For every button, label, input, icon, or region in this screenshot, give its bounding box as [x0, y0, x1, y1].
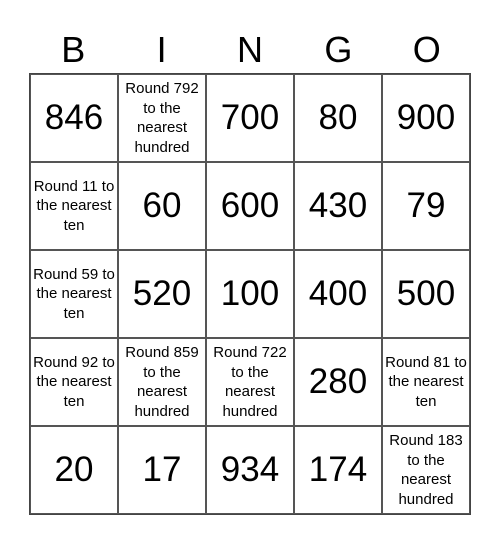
bingo-cell[interactable]: 500 [382, 250, 470, 338]
cell-text: 520 [132, 274, 192, 313]
cell-text: 174 [308, 450, 368, 489]
bingo-header: BINGO [29, 26, 471, 74]
header-letter-g: G [324, 29, 353, 70]
bingo-cell[interactable]: Round 92 to the nearest ten [30, 338, 118, 426]
bingo-cell[interactable]: Round 722 to the nearest hundred [206, 338, 294, 426]
cell-text: 60 [142, 186, 182, 225]
cell-text: 934 [220, 450, 280, 489]
cell-text: 600 [220, 186, 280, 225]
bingo-cell[interactable]: 430 [294, 162, 382, 250]
bingo-cell[interactable]: 174 [294, 426, 382, 514]
cell-text: Round 859 to the nearest hundred [125, 344, 199, 420]
bingo-cell[interactable]: 60 [118, 162, 206, 250]
bingo-cell[interactable]: 79 [382, 162, 470, 250]
bingo-cell[interactable]: 934 [206, 426, 294, 514]
bingo-cell[interactable]: 846 [30, 74, 118, 162]
bingo-cell[interactable]: Round 859 to the nearest hundred [118, 338, 206, 426]
header-letter-n: N [236, 29, 263, 70]
cell-text: 900 [396, 98, 456, 137]
bingo-cell[interactable]: 17 [118, 426, 206, 514]
cell-text: 500 [396, 274, 456, 313]
cell-text: 846 [44, 98, 104, 137]
bingo-cell[interactable]: 520 [118, 250, 206, 338]
bingo-cell[interactable]: Round 792 to the nearest hundred [118, 74, 206, 162]
cell-text: 400 [308, 274, 368, 313]
cell-text: Round 722 to the nearest hundred [213, 344, 287, 420]
header-letter-i: I [156, 29, 167, 70]
cell-text: Round 183 to the nearest hundred [389, 432, 463, 508]
bingo-cell[interactable]: 80 [294, 74, 382, 162]
cell-text: Round 792 to the nearest hundred [125, 80, 199, 156]
cell-text: Round 59 to the nearest ten [33, 265, 115, 322]
cell-text: 80 [318, 98, 358, 137]
cell-text: 100 [220, 274, 280, 313]
bingo-cell[interactable]: 20 [30, 426, 118, 514]
bingo-cell[interactable]: 600 [206, 162, 294, 250]
cell-text: 280 [308, 362, 368, 401]
header-letter-o: O [412, 29, 441, 70]
bingo-cell[interactable]: Round 81 to the nearest ten [382, 338, 470, 426]
bingo-cell[interactable]: 700 [206, 74, 294, 162]
cell-text: 17 [142, 450, 182, 489]
header-letter-b: B [61, 29, 86, 70]
bingo-card-grid: 846 Round 792 to the nearest hundred 700 80… [29, 73, 471, 515]
cell-text: Round 11 to the nearest ten [33, 177, 115, 234]
bingo-cell[interactable]: Round 183 to the nearest hundred [382, 426, 470, 514]
bingo-cell[interactable]: 400 [294, 250, 382, 338]
bingo-cell[interactable]: Round 11 to the nearest ten [30, 162, 118, 250]
bingo-cell[interactable]: 100 [206, 250, 294, 338]
cell-text: Round 81 to the nearest ten [385, 353, 467, 410]
bingo-cell[interactable]: Round 59 to the nearest ten [30, 250, 118, 338]
bingo-cell[interactable]: 900 [382, 74, 470, 162]
cell-text: 430 [308, 186, 368, 225]
cell-text: Round 92 to the nearest ten [33, 353, 115, 410]
cell-text: 20 [54, 450, 94, 489]
bingo-cell[interactable]: 280 [294, 338, 382, 426]
cell-text: 79 [406, 186, 446, 225]
cell-text: 700 [220, 98, 280, 137]
